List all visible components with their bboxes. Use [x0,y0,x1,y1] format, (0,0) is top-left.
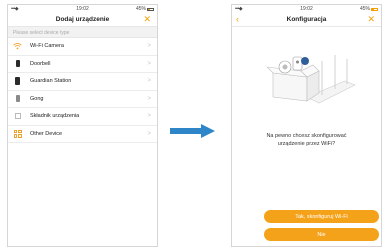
device-row-other[interactable]: Other Device > [8,126,157,143]
confirm-wifi-button[interactable]: Tak, skonfiguruj Wi-Fi [264,210,379,223]
device-row-component[interactable]: Składnik urządzenia > [8,108,157,126]
component-icon [13,112,22,121]
device-label: Guardian Station [30,78,72,85]
add-device-screen: •••◆ 19:02 45% Dodaj urządzenie ✕ Please… [7,4,158,247]
device-label: Other Device [30,130,63,137]
device-row-wifi-camera[interactable]: Wi-Fi Camera > [8,38,157,56]
page-title: Dodaj urządzenie [55,16,110,23]
device-type-list: Wi-Fi Camera > Doorbell > Guardian Stati… [8,38,157,143]
right-arrow-icon [170,124,215,138]
battery-icon [147,7,154,11]
close-icon[interactable]: ✕ [367,14,375,24]
device-row-doorbell[interactable]: Doorbell > [8,56,157,73]
status-time: 19:02 [300,6,313,12]
battery-percent: 45% [359,6,370,12]
device-label: Składnik urządzenia [30,113,80,120]
comparison-stage: •••◆ 19:02 45% Dodaj urządzenie ✕ Please… [0,0,387,250]
device-row-guardian-station[interactable]: Guardian Station > [8,73,157,91]
chevron-right-icon: > [147,60,151,67]
confirm-question: Na pewno chcesz skonfigurować urządzenie… [232,132,381,148]
wifi-icon [13,42,22,51]
device-label: Gong [30,95,44,102]
chevron-right-icon: > [147,130,151,137]
gong-icon [13,94,22,103]
question-line-1: Na pewno chcesz skonfigurować [266,133,347,139]
battery-icon [371,7,378,11]
device-row-gong[interactable]: Gong > [8,91,157,108]
cancel-button[interactable]: Nie [264,228,379,241]
nav-bar: ‹ Konfiguracja ✕ [232,13,381,27]
section-header: Please select device type [8,27,157,38]
close-icon[interactable]: ✕ [143,14,151,24]
status-time: 19:02 [76,6,89,12]
configuration-screen: •••◆ 19:02 45% ‹ Konfiguracja ✕ Na pewno… [231,4,382,247]
status-bar: •••◆ 19:02 45% [232,5,381,13]
doorbell-icon [13,59,22,68]
device-label: Doorbell [30,60,51,67]
page-title: Konfiguracja [286,16,327,23]
grid-icon [13,129,22,138]
chevron-right-icon: > [147,43,151,49]
question-line-2: urządzenie przez WiFi? [277,141,336,147]
nav-bar: Dodaj urządzenie ✕ [8,13,157,27]
station-icon [13,77,22,86]
router-box-illustration [267,55,356,104]
battery-percent: 45% [135,6,146,12]
battery-indicator: 45% [360,6,378,12]
status-bar: •••◆ 19:02 45% [8,5,157,13]
chevron-right-icon: > [147,95,151,102]
battery-indicator: 45% [136,6,154,12]
chevron-right-icon: > [147,113,151,119]
device-label: Wi-Fi Camera [30,43,64,50]
chevron-right-icon: > [147,78,151,84]
